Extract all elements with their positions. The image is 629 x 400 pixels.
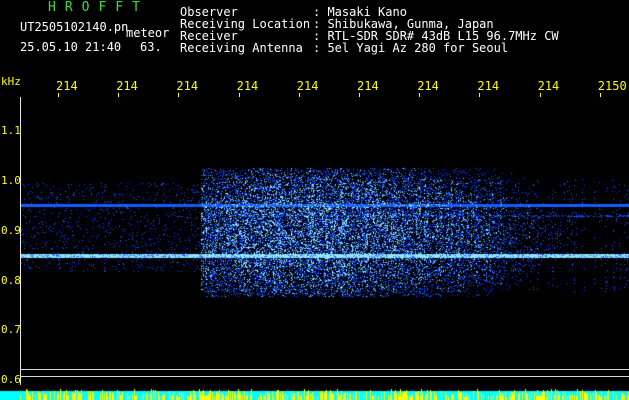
- y-axis-line: [20, 97, 21, 385]
- y-tick-label: 1.1: [1, 124, 21, 137]
- y-tick-label: 1.0: [1, 174, 21, 187]
- spectrogram: [20, 97, 629, 385]
- x-tick-label: 2150: [597, 79, 627, 93]
- info-label-antenna: Receiving Antenna: [180, 41, 303, 55]
- date-time: 25.05.10 21:40: [20, 40, 122, 54]
- brand-title: HROFFT: [48, 0, 149, 15]
- x-tick-label: 214: [116, 79, 138, 93]
- meteor-count: 63.: [140, 40, 162, 54]
- x-tick-label: 214: [477, 79, 500, 93]
- reference-line-lower: [20, 376, 629, 377]
- level-bar: [0, 385, 629, 400]
- x-tick-label: 214: [236, 79, 259, 93]
- y-tick-label: 0.7: [1, 323, 21, 336]
- meteor-label: meteor: [126, 26, 170, 40]
- reference-line-upper: [20, 369, 629, 370]
- x-tick-label: 214: [296, 79, 319, 93]
- hrofft-window: HROFFT UT2505102140.pn meteor 25.05.10 2…: [0, 0, 629, 400]
- x-tick-label: 214: [176, 79, 199, 93]
- y-tick-label: 0.8: [1, 274, 21, 287]
- x-tick-label: 214: [56, 79, 78, 93]
- y-axis-unit: kHz: [1, 75, 21, 88]
- x-tick-label: 214: [537, 79, 560, 93]
- x-tick-label: 214: [417, 79, 439, 93]
- info-value-antenna: : 5el Yagi Az 280 for Seoul: [313, 41, 509, 55]
- y-tick-label: 0.9: [1, 224, 21, 237]
- x-tick-label: 214: [357, 79, 379, 93]
- file-name: UT2505102140.pn: [20, 20, 129, 34]
- y-tick-label: 0.6: [1, 373, 21, 386]
